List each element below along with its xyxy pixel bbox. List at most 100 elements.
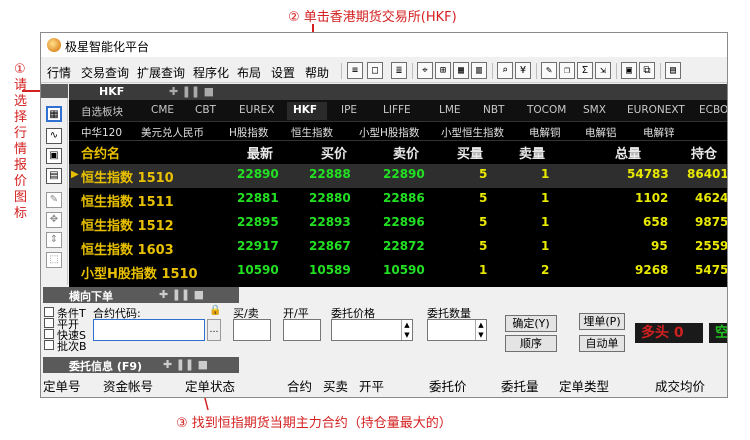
- park-order-button[interactable]: 埋单(P): [579, 313, 625, 330]
- col-ask[interactable]: 卖价: [393, 143, 419, 162]
- panel-controls-icon[interactable]: ✚ ❚❚ ■: [169, 85, 214, 98]
- col-bid[interactable]: 买价: [321, 143, 347, 162]
- export-icon[interactable]: ⇲: [595, 62, 611, 79]
- sum-icon[interactable]: Σ: [577, 62, 593, 79]
- price-stepper[interactable]: ▲ ▼: [401, 320, 412, 340]
- col-entrust-qty[interactable]: 委托量: [501, 376, 539, 395]
- col-entrust-price[interactable]: 委托价: [429, 376, 467, 395]
- col-account[interactable]: 资金帐号: [103, 376, 153, 395]
- contract-code-input[interactable]: [93, 319, 205, 341]
- menu-help[interactable]: 帮助: [305, 64, 329, 81]
- settings-panel-icon[interactable]: ▤: [46, 168, 62, 184]
- menu-quotes[interactable]: 行情: [47, 64, 71, 81]
- shape-icon[interactable]: ⬚: [46, 252, 62, 268]
- panel-controls-icon[interactable]: ✚ ❚❚ ■: [159, 288, 204, 301]
- col-bid-qty[interactable]: 买量: [457, 143, 483, 162]
- window-icon[interactable]: □: [367, 62, 383, 79]
- move-icon[interactable]: ⇕: [46, 232, 62, 248]
- columns-icon[interactable]: ▥: [471, 62, 487, 79]
- confirm-button[interactable]: 确定(Y): [505, 315, 557, 332]
- subtab-hang-seng-index[interactable]: 恒生指数: [291, 125, 333, 140]
- checkbox-open-close[interactable]: [44, 318, 54, 328]
- subtab-usdcnh[interactable]: 美元兑人民币: [141, 125, 204, 140]
- menu-settings[interactable]: 设置: [271, 64, 295, 81]
- col-open-interest[interactable]: 持仓: [691, 143, 717, 162]
- grid-icon[interactable]: ▦: [453, 62, 469, 79]
- tab-tocom[interactable]: TOCOM: [527, 104, 566, 116]
- quantity-stepper[interactable]: ▲ ▼: [475, 320, 486, 340]
- tab-liffe[interactable]: LIFFE: [383, 104, 411, 116]
- pin-icon[interactable]: ⌖: [417, 62, 433, 79]
- subtab-zinc[interactable]: 电解锌: [643, 125, 675, 140]
- quote-row[interactable]: 小型H股指数 1510 10590 10589 10590 1 2 9268 5…: [69, 260, 727, 284]
- open-close-input[interactable]: [283, 319, 321, 341]
- col-open-close[interactable]: 开平: [359, 376, 384, 395]
- quote-list-icon[interactable]: ≡: [347, 62, 363, 79]
- calculator-icon[interactable]: ▤: [665, 62, 681, 79]
- edit-icon[interactable]: ✎: [541, 62, 557, 79]
- col-ask-qty[interactable]: 卖量: [519, 143, 545, 162]
- tab-entrust-info[interactable]: 委托信息 (F9): [69, 358, 142, 374]
- quote-row[interactable]: 恒生指数 1511 22881 22880 22886 5 1 1102 462…: [69, 188, 727, 212]
- tab-cme[interactable]: CME: [151, 104, 174, 116]
- quote-row[interactable]: 恒生指数 1603 22917 22867 22872 5 1 95 2559: [69, 236, 727, 260]
- tab-ecbot[interactable]: ECBOT: [699, 104, 727, 116]
- subtab-mini-hang-seng[interactable]: 小型恒生指数: [441, 125, 504, 140]
- col-order-type[interactable]: 定单类型: [559, 376, 609, 395]
- tab-nbt[interactable]: NBT: [483, 104, 504, 116]
- col-contract[interactable]: 合约: [287, 376, 312, 395]
- quote-row[interactable]: 恒生指数 1512 22895 22893 22896 5 1 658 9875: [69, 212, 727, 236]
- tab-hkf[interactable]: HKF: [293, 104, 317, 116]
- quote-table-icon[interactable]: ▦: [46, 106, 62, 122]
- auto-order-button[interactable]: 自动单: [579, 335, 625, 352]
- subtab-hshare-index[interactable]: H股指数: [229, 125, 268, 140]
- tab-eurex[interactable]: EUREX: [239, 104, 274, 116]
- col-order-status[interactable]: 定单状态: [185, 376, 235, 395]
- tab-order-entry[interactable]: 横向下单: [69, 288, 113, 304]
- tab-cbt[interactable]: CBT: [195, 104, 216, 116]
- sequence-button[interactable]: 顺序: [505, 335, 557, 352]
- subtab-mini-hshare[interactable]: 小型H股指数: [359, 125, 419, 140]
- split-icon[interactable]: ⊞: [435, 62, 451, 79]
- checkbox-fast[interactable]: [44, 329, 54, 339]
- subtab-aluminium[interactable]: 电解铝: [585, 125, 617, 140]
- quote-row[interactable]: ▶ 恒生指数 1510 22890 22888 22890 5 1 54783 …: [69, 164, 727, 188]
- menu-trade-query[interactable]: 交易查询: [81, 64, 129, 81]
- checkbox-batch[interactable]: [44, 340, 54, 350]
- zoom-icon[interactable]: ⌕: [497, 62, 513, 79]
- menu-ext-query[interactable]: 扩展查询: [137, 64, 185, 81]
- tab-ipe[interactable]: IPE: [341, 104, 357, 116]
- text-icon[interactable]: ≣: [391, 62, 407, 79]
- tab-lme[interactable]: LME: [439, 104, 461, 116]
- row-ask-qty: 2: [541, 263, 550, 277]
- drawing-pen-icon[interactable]: ✎: [46, 192, 62, 208]
- layers-icon[interactable]: ⧉: [639, 62, 655, 79]
- col-last[interactable]: 最新: [247, 143, 273, 162]
- panel-tab-hkf[interactable]: HKF: [99, 85, 124, 98]
- drag-icon[interactable]: ✥: [46, 212, 62, 228]
- col-contract-name[interactable]: 合约名: [81, 143, 120, 162]
- line-chart-icon[interactable]: ∿: [46, 128, 62, 144]
- checkbox-conditional[interactable]: [44, 307, 54, 317]
- panel-controls-icon[interactable]: ✚ ❚❚ ■: [163, 358, 208, 371]
- copy-icon[interactable]: ❐: [559, 62, 575, 79]
- col-side[interactable]: 买卖: [323, 376, 348, 395]
- menu-layout[interactable]: 布局: [237, 64, 261, 81]
- yen-icon[interactable]: ¥: [515, 62, 531, 79]
- row-ask: 22872: [383, 239, 425, 253]
- lock-icon[interactable]: ▣: [621, 62, 637, 79]
- menu-program[interactable]: 程序化: [193, 64, 229, 81]
- detail-icon[interactable]: ▣: [46, 148, 62, 164]
- tab-watchlist[interactable]: 自选板块: [81, 104, 123, 119]
- row-ask-qty: 1: [541, 215, 550, 229]
- col-avg-fill-price[interactable]: 成交均价: [655, 376, 705, 395]
- tab-smx[interactable]: SMX: [583, 104, 606, 116]
- col-order-no[interactable]: 定单号: [43, 376, 81, 395]
- tab-euronext[interactable]: EURONEXT: [627, 104, 685, 116]
- subtab-copper[interactable]: 电解铜: [529, 125, 561, 140]
- contract-picker-button[interactable]: …: [207, 319, 221, 341]
- subtab-china120[interactable]: 中华120: [81, 125, 122, 140]
- title-bar: 极星智能化平台: [41, 33, 727, 57]
- col-volume[interactable]: 总量: [615, 143, 641, 162]
- side-input[interactable]: [233, 319, 271, 341]
